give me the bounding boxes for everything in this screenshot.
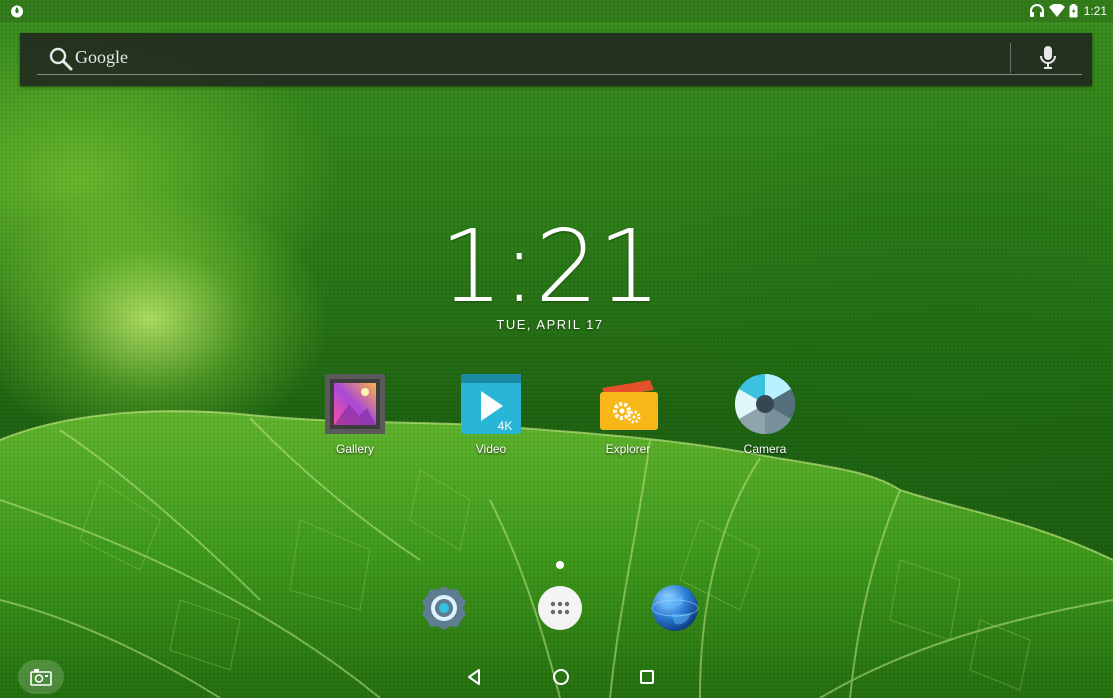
battery-icon xyxy=(1069,4,1078,18)
camera-icon xyxy=(734,374,796,434)
gallery-icon xyxy=(325,374,385,434)
svg-text:4K: 4K xyxy=(498,419,513,433)
headset-icon xyxy=(1029,4,1044,17)
explorer-icon xyxy=(598,374,658,434)
status-time: 1:21 xyxy=(1083,4,1107,18)
app-label: Explorer xyxy=(605,442,651,456)
browser-icon[interactable] xyxy=(651,584,699,632)
video-icon: 4K xyxy=(461,374,521,434)
screenshot-button[interactable] xyxy=(18,660,64,694)
mic-icon[interactable] xyxy=(1038,44,1058,70)
page-indicator-dot xyxy=(556,561,564,569)
all-apps-icon[interactable] xyxy=(536,584,584,632)
search-label[interactable]: Google xyxy=(75,47,128,68)
screenshot-icon xyxy=(30,669,52,686)
app-label: Gallery xyxy=(335,442,374,456)
clock-widget-date: TUE, APRIL 17 xyxy=(496,317,604,332)
google-search-bar[interactable]: Google xyxy=(20,33,1092,86)
notification-icon[interactable] xyxy=(10,4,24,18)
search-divider xyxy=(1010,43,1011,73)
back-icon[interactable] xyxy=(464,666,486,688)
app-label: Video xyxy=(475,442,507,456)
home-icon[interactable] xyxy=(550,666,572,688)
app-video[interactable]: 4K Video xyxy=(446,374,536,456)
settings-icon[interactable] xyxy=(420,584,468,632)
clock-widget-time[interactable]: 1:21 xyxy=(430,212,670,322)
app-camera[interactable]: Camera xyxy=(720,374,810,456)
wifi-icon xyxy=(1048,4,1065,17)
search-underline xyxy=(37,74,1082,75)
recents-icon[interactable] xyxy=(636,666,658,688)
status-bar: 1:21 xyxy=(0,0,1113,22)
search-icon[interactable] xyxy=(48,46,74,72)
status-icons: 1:21 xyxy=(1029,2,1107,20)
app-explorer[interactable]: Explorer xyxy=(583,374,673,456)
app-label: Camera xyxy=(743,442,787,456)
app-gallery[interactable]: Gallery xyxy=(310,374,400,456)
